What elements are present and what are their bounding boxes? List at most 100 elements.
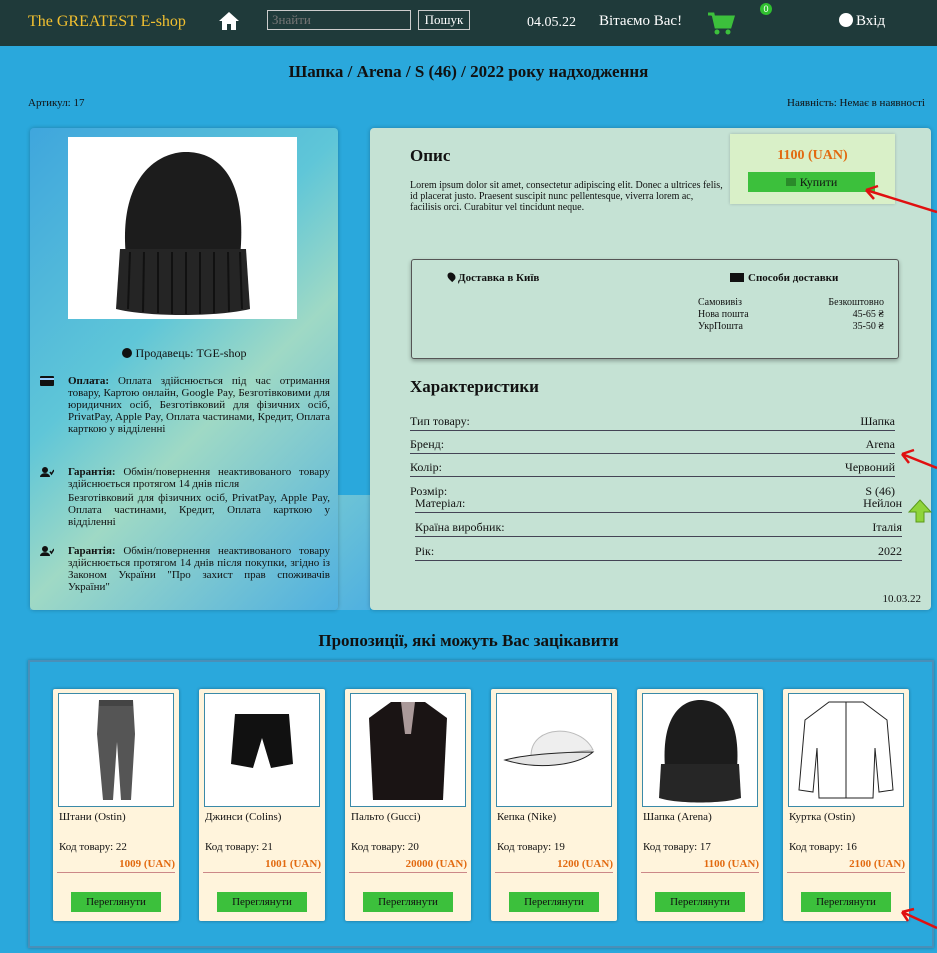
view-button[interactable]: Переглянути	[71, 892, 161, 912]
warranty-label-2: Гарантія:	[68, 545, 116, 557]
brand-logo-link[interactable]: The GREATEST E-shop	[28, 13, 186, 31]
cart-count-badge: 0	[760, 3, 772, 15]
warranty-info-2: Гарантія: Обмін/повернення неактивованог…	[40, 545, 330, 593]
tile-name: Джинси (Colins)	[205, 811, 282, 823]
delivery-method-name: Самовивіз	[698, 297, 742, 308]
product-info-card: Продавець: TGE-shop Оплата: Оплата здійс…	[30, 128, 338, 610]
suggestions-title: Пропозиції, які можуть Вас зацікавити	[318, 631, 619, 650]
added-date: 10.03.22	[882, 593, 922, 605]
delivery-method-name: УкрПошта	[698, 321, 743, 332]
characteristic-row: Матеріал: Нейлон	[415, 494, 902, 513]
tile-price: 2100 (UAN)	[787, 858, 905, 873]
warranty-overlap-text: Безготівковий для фізичних осіб, PrivatP…	[40, 492, 330, 528]
top-navbar: The GREATEST E-shop Пошук 04.05.22 Вітає…	[0, 0, 937, 46]
article-number: Артикул: 17	[28, 97, 85, 109]
view-button[interactable]: Переглянути	[363, 892, 453, 912]
tile-name: Кепка (Nike)	[497, 811, 557, 823]
delivery-city-label: Доставка в Київ	[458, 272, 540, 284]
login-label: Вхід	[856, 13, 886, 29]
jacket-icon	[788, 693, 904, 807]
warranty-text-1b: Безготівковий для фізичних осіб, PrivatP…	[68, 492, 330, 528]
characteristic-row: Рік: 2022	[415, 542, 902, 561]
search-button[interactable]: Пошук	[418, 10, 470, 30]
characteristic-value: Італія	[872, 520, 902, 534]
warranty-label: Гарантія:	[68, 466, 116, 478]
description-title: Опис	[410, 146, 451, 165]
home-icon[interactable]	[218, 11, 240, 31]
seller-info: Продавець: TGE-shop	[30, 346, 338, 361]
current-date: 04.05.22	[527, 15, 576, 30]
product-tile[interactable]: Куртка (Ostin) Код товару: 16 2100 (UAN)…	[783, 689, 909, 921]
suggestions-section: Штани (Ostin) Код товару: 22 1009 (UAN) …	[28, 660, 934, 948]
user-check-icon	[40, 546, 54, 556]
tile-code: Код товару: 17	[643, 841, 711, 853]
payment-info: Оплата: Оплата здійснюється під час отри…	[40, 375, 330, 435]
tile-price: 1001 (UAN)	[203, 858, 321, 873]
tile-price: 1200 (UAN)	[495, 858, 613, 873]
characteristics-title: Характеристики	[410, 377, 539, 396]
characteristic-value: Червоний	[845, 460, 895, 474]
search-input[interactable]	[267, 10, 411, 30]
warranty-info-1: Гарантія: Обмін/повернення неактивованог…	[40, 466, 330, 490]
greeting-text: Вітаємо Вас!	[599, 13, 683, 29]
beanie-icon	[116, 152, 250, 315]
product-tile[interactable]: Пальто (Gucci) Код товару: 20 20000 (UAN…	[345, 689, 471, 921]
tile-code: Код товару: 22	[59, 841, 127, 853]
characteristic-key: Тип товару:	[410, 414, 470, 428]
tile-name: Штани (Ostin)	[59, 811, 126, 823]
characteristic-row: Тип товару: Шапка	[410, 412, 895, 431]
tile-code: Код товару: 19	[497, 841, 565, 853]
seller-label: Продавець: TGE-shop	[135, 346, 247, 360]
user-circle-icon	[839, 13, 853, 27]
tile-price: 1100 (UAN)	[641, 858, 759, 873]
product-tile[interactable]: Джинси (Colins) Код товару: 21 1001 (UAN…	[199, 689, 325, 921]
characteristic-row: Колір: Червоний	[410, 458, 895, 477]
pants-icon	[58, 693, 174, 807]
delivery-methods-title: Способи доставки	[730, 272, 838, 284]
annotation-arrow-icon	[900, 907, 937, 930]
tile-code: Код товару: 21	[205, 841, 273, 853]
characteristic-value: Шапка	[860, 414, 895, 428]
product-tile[interactable]: Кепка (Nike) Код товару: 19 1200 (UAN) П…	[491, 689, 617, 921]
view-button[interactable]: Переглянути	[509, 892, 599, 912]
product-detail-card: Опис Lorem ipsum dolor sit amet, consect…	[370, 128, 931, 610]
cart-icon[interactable]	[706, 11, 736, 37]
delivery-methods-label: Способи доставки	[748, 272, 839, 284]
characteristic-key: Колір:	[410, 460, 442, 474]
delivery-method-name: Нова пошта	[698, 309, 749, 320]
delivery-method-price: 35-50 ₴	[852, 321, 884, 332]
description-text: Lorem ipsum dolor sit amet, consectetur …	[410, 180, 723, 213]
delivery-city: Доставка в Київ	[445, 270, 540, 284]
delivery-box: Доставка в Київ Способи доставки Самовив…	[411, 259, 899, 359]
characteristic-row: Країна виробник: Італія	[415, 518, 902, 537]
view-button[interactable]: Переглянути	[801, 892, 891, 912]
characteristic-key: Країна виробник:	[415, 520, 505, 534]
characteristic-row: Бренд: Arena	[410, 435, 895, 454]
product-image	[68, 137, 297, 319]
characteristic-key: Матеріал:	[415, 496, 466, 510]
beanie-icon	[642, 693, 758, 807]
product-price: 1100 (UAN)	[777, 148, 848, 163]
characteristic-key: Бренд:	[410, 437, 445, 451]
scroll-up-arrow-icon[interactable]	[908, 499, 932, 523]
view-button[interactable]: Переглянути	[217, 892, 307, 912]
buy-button[interactable]: Купити	[748, 172, 875, 192]
delivery-method-price: Безкоштовно	[828, 297, 884, 308]
tile-price: 1009 (UAN)	[57, 858, 175, 873]
product-tile[interactable]: Штани (Ostin) Код товару: 22 1009 (UAN) …	[53, 689, 179, 921]
cart-icon	[785, 178, 796, 186]
user-check-icon	[40, 467, 54, 477]
page-title: Шапка / Arena / S (46) / 2022 року надхо…	[288, 62, 649, 81]
info-icon	[121, 348, 132, 358]
tile-name: Куртка (Ostin)	[789, 811, 856, 823]
shorts-icon	[204, 693, 320, 807]
buy-label: Купити	[799, 175, 838, 189]
delivery-method-price: 45-65 ₴	[852, 309, 884, 320]
availability-status: Наявність: Немає в наявності	[787, 97, 925, 109]
view-button[interactable]: Переглянути	[655, 892, 745, 912]
annotation-arrow-icon	[901, 448, 937, 470]
tile-code: Код товару: 20	[351, 841, 419, 853]
product-tile[interactable]: Шапка (Arena) Код товару: 17 1100 (UAN) …	[637, 689, 763, 921]
tile-name: Шапка (Arena)	[643, 811, 712, 823]
login-link[interactable]: Вхід	[839, 13, 885, 30]
